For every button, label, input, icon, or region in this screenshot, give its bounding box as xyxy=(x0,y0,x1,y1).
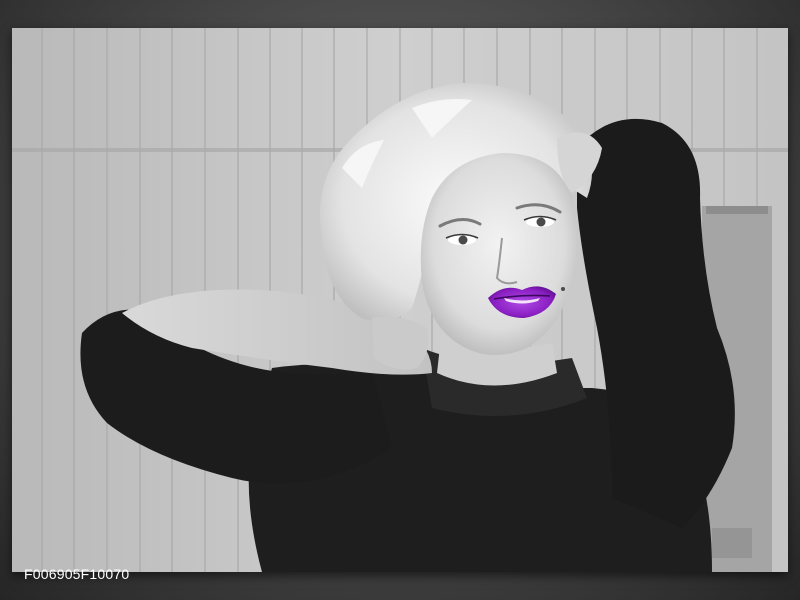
product-code-label: F006905F10070 xyxy=(24,566,130,582)
portrait-photo xyxy=(12,28,788,572)
post-cap xyxy=(706,206,768,214)
portrait-photo-icon xyxy=(12,28,788,572)
canvas-frame xyxy=(0,0,800,600)
beauty-mark xyxy=(561,287,565,291)
left-hand xyxy=(372,316,429,370)
post-bracket xyxy=(712,528,752,558)
